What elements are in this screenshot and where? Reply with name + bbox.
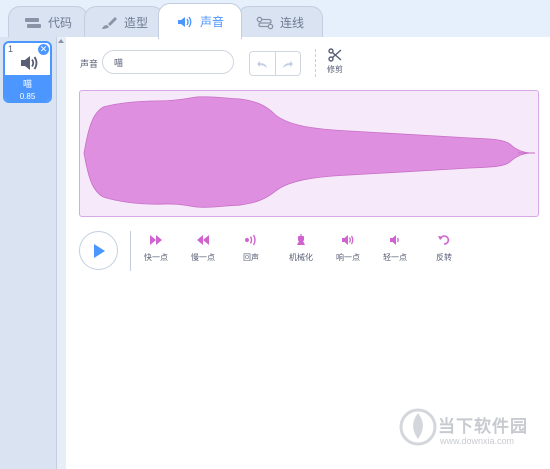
tab-label: 声音	[199, 15, 224, 29]
brush-icon	[101, 16, 117, 29]
tab-label: 造型	[123, 16, 148, 30]
sound-list: 1 ✕ 喵 0.85	[0, 37, 57, 469]
play-icon	[93, 243, 105, 258]
effect-robot-button[interactable]: 机械化	[284, 234, 318, 263]
sound-tile-info: 喵 0.85	[5, 75, 50, 101]
connect-icon	[256, 16, 274, 29]
watermark-title: 当下软件园	[438, 417, 528, 436]
tab-label: 代码	[47, 16, 72, 30]
rewind-icon	[197, 235, 209, 245]
effect-label: 快一点	[144, 253, 168, 262]
watermark: 当下软件园 www.downxia.com	[398, 407, 544, 459]
tab-label: 连线	[279, 16, 304, 30]
effect-faster-button[interactable]: 快一点	[139, 234, 173, 263]
watermark-url: www.downxia.com	[440, 436, 515, 446]
undo-icon	[257, 60, 268, 68]
effect-label: 反转	[436, 253, 452, 262]
tab-costumes[interactable]: 造型	[84, 6, 164, 38]
effect-label: 响一点	[336, 253, 360, 262]
waveform-display[interactable]	[79, 90, 539, 217]
speaker-icon	[21, 56, 38, 70]
toolbar-divider	[315, 49, 316, 77]
watermark-logo-icon	[399, 408, 437, 446]
tab-code[interactable]: 代码	[8, 6, 88, 38]
effects-divider	[130, 231, 131, 271]
effect-reverse-button[interactable]: 反转	[427, 234, 461, 263]
effect-label: 机械化	[289, 253, 313, 262]
sound-tile-name: 喵	[22, 79, 32, 89]
scissors-icon	[328, 48, 342, 62]
tab-connect[interactable]: 连线	[237, 6, 323, 38]
sound-list-scrollbar[interactable]	[57, 37, 66, 469]
robot-icon	[297, 234, 305, 245]
trim-button[interactable]: 修剪	[323, 48, 347, 75]
effect-label: 回声	[243, 253, 259, 262]
softer-icon	[390, 235, 399, 245]
reverse-icon	[438, 235, 450, 245]
editor-tabs: 代码 造型 声音 连线	[0, 0, 550, 39]
undo-button[interactable]	[250, 52, 275, 75]
sound-name-input[interactable]	[102, 50, 234, 74]
sound-name-label: 声音	[80, 59, 99, 69]
effect-softer-button[interactable]: 轻一点	[378, 234, 412, 263]
fast-forward-icon	[150, 235, 162, 245]
sound-editor: 声音 修剪	[66, 37, 550, 469]
louder-icon	[342, 235, 354, 245]
scroll-up-arrow-icon[interactable]	[58, 39, 64, 43]
effect-label: 慢一点	[191, 253, 215, 262]
echo-icon	[245, 234, 256, 246]
redo-button[interactable]	[274, 52, 301, 75]
effect-louder-button[interactable]: 响一点	[331, 234, 365, 263]
tab-sounds[interactable]: 声音	[158, 3, 242, 39]
sound-tile-duration: 0.85	[19, 92, 36, 101]
waveform-shape	[83, 96, 534, 208]
speaker-icon	[177, 16, 192, 27]
trim-label: 修剪	[327, 65, 343, 74]
play-sound-button[interactable]	[79, 231, 118, 270]
delete-sound-button[interactable]: ✕	[38, 44, 49, 55]
effect-echo-button[interactable]: 回声	[234, 234, 268, 263]
waveform	[83, 96, 536, 208]
effect-label: 轻一点	[383, 253, 407, 262]
sound-tile[interactable]: 1 ✕ 喵 0.85	[3, 41, 52, 103]
effect-slower-button[interactable]: 慢一点	[186, 234, 220, 263]
code-icon	[24, 17, 41, 28]
redo-icon	[282, 60, 293, 68]
sound-index: 1	[8, 44, 14, 54]
undo-redo-group	[249, 51, 301, 76]
